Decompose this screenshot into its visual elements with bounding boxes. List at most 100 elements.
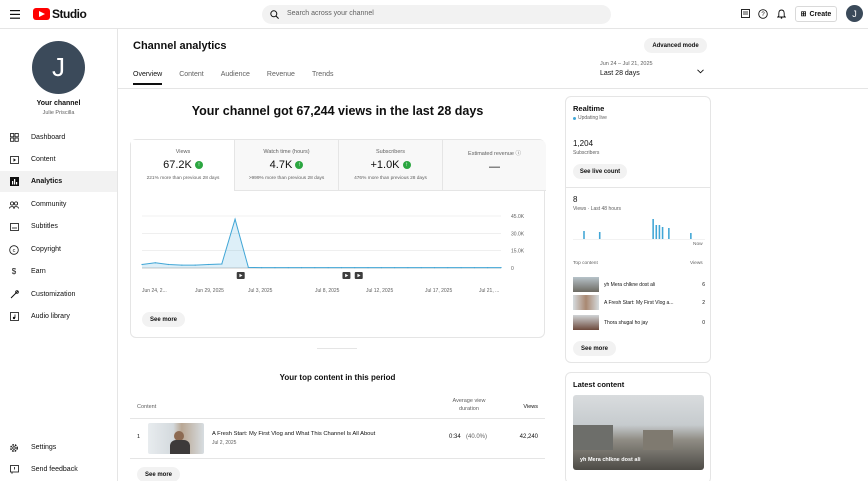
info-icon[interactable]: ⓘ [515, 151, 521, 157]
data-point[interactable] [367, 267, 369, 269]
data-point[interactable] [287, 267, 289, 269]
data-point[interactable] [181, 264, 183, 266]
top-content-label: Top content [573, 261, 598, 266]
see-more-button[interactable]: See more [142, 312, 185, 327]
sidebar-item-copyright[interactable]: c Copyright [0, 239, 117, 260]
help-icon[interactable]: ? [757, 8, 769, 20]
realtime-item[interactable]: Thora shugal ho jay 0 [573, 315, 705, 331]
data-point[interactable] [194, 264, 196, 266]
messages-icon[interactable] [739, 8, 751, 20]
tab-revenue[interactable]: Revenue [267, 71, 295, 85]
realtime-item[interactable]: A Fresh Start: My First Vlog a... 2 [573, 295, 705, 311]
table-row[interactable]: 1 A Fresh Start: My First Vlog and What … [130, 419, 545, 458]
tab-trends[interactable]: Trends [312, 71, 334, 85]
studio-logo-text[interactable]: Studio [52, 7, 87, 21]
realtime-item[interactable]: yh Mera chlkne dost ali 6 [573, 277, 705, 293]
sidebar-item-label: Content [31, 156, 56, 163]
realtime-bar[interactable] [583, 231, 585, 239]
metric-subscribers[interactable]: Subscribers +1.0K ↑ 476% more than previo… [339, 140, 443, 191]
realtime-bar[interactable] [690, 233, 692, 239]
data-point[interactable] [420, 267, 422, 269]
views-headline: Your channel got 67,244 views in the las… [191, 104, 484, 118]
your-channel-label[interactable]: Your channel [0, 100, 117, 107]
realtime-bar[interactable] [661, 227, 664, 239]
sidebar-item-label: Customization [31, 291, 76, 298]
data-point[interactable] [380, 267, 382, 269]
data-point[interactable] [407, 267, 409, 269]
sidebar-item-label: Community [31, 201, 67, 208]
svg-text:?: ? [761, 12, 765, 18]
realtime-bar[interactable] [658, 225, 661, 239]
x-tick-label: Jun 24, 2... [142, 288, 167, 294]
realtime-bar[interactable] [652, 219, 654, 239]
y-tick-label: 45.0K [511, 214, 525, 220]
search-bar[interactable]: Search across your channel [262, 5, 611, 24]
realtime-bar[interactable] [598, 232, 601, 239]
notifications-bell-icon[interactable] [775, 8, 787, 20]
data-point[interactable] [247, 266, 249, 269]
metric-views[interactable]: Views 67.2K ↑ 221% more than previous 28 … [131, 140, 235, 191]
sidebar-item-send-feedback[interactable]: Send feedback [0, 459, 117, 480]
arrow-up-icon: ↑ [295, 161, 304, 169]
data-point[interactable] [234, 218, 236, 220]
realtime-bar[interactable] [655, 225, 658, 239]
x-tick-label: Jul 8, 2025 [315, 288, 340, 294]
data-point[interactable] [394, 267, 396, 269]
data-point[interactable] [354, 267, 356, 269]
data-point[interactable] [207, 263, 210, 266]
see-more-top-content-button[interactable]: See more [137, 467, 180, 481]
realtime-item-title: A Fresh Start: My First Vlog a... [604, 300, 674, 306]
see-more-realtime-button[interactable]: See more [573, 341, 616, 356]
metric-watch-time[interactable]: Watch time (hours) 4.7K ↑ >999% more than… [235, 140, 339, 191]
advanced-mode-button[interactable]: Advanced mode [644, 38, 707, 53]
sidebar-item-settings[interactable]: Settings [0, 437, 117, 458]
sidebar-item-community[interactable]: Community [0, 194, 117, 215]
metric-comparison: 221% more than previous 28 days [146, 176, 220, 181]
data-point[interactable] [327, 267, 329, 269]
data-point[interactable] [167, 263, 170, 266]
data-point[interactable] [487, 267, 489, 269]
data-point[interactable] [447, 267, 449, 269]
tab-content[interactable]: Content [179, 71, 204, 85]
video-thumbnail[interactable] [148, 423, 204, 454]
channel-avatar[interactable]: J [32, 41, 85, 94]
tab-overview[interactable]: Overview [133, 71, 163, 85]
sidebar: J Your channel Julie Priscilla Dashboard… [0, 29, 118, 481]
sidebar-item-customization[interactable]: Customization [0, 284, 117, 305]
sidebar-item-dashboard[interactable]: Dashboard [0, 127, 117, 148]
data-point[interactable] [141, 263, 143, 266]
sidebar-item-audio-library[interactable]: Audio library [0, 306, 117, 327]
create-button[interactable]: ⊞ Create [795, 6, 837, 22]
data-point[interactable] [314, 267, 316, 269]
sidebar-item-analytics[interactable]: Analytics [0, 171, 117, 192]
latest-content-title: Latest content [573, 380, 625, 389]
realtime-item-views: 2 [702, 300, 705, 306]
realtime-divider [566, 187, 710, 188]
realtime-bar[interactable] [668, 228, 670, 239]
sidebar-item-earn[interactable]: $ Earn [0, 261, 117, 282]
series-line[interactable] [141, 217, 501, 269]
hamburger-menu-icon[interactable] [9, 8, 21, 20]
sidebar-item-content[interactable]: Content [0, 149, 117, 170]
data-point[interactable] [274, 267, 276, 269]
data-point[interactable] [154, 262, 156, 264]
account-avatar[interactable]: J [846, 5, 863, 22]
search-input[interactable]: Search across your channel [287, 10, 374, 17]
see-live-count-button[interactable]: See live count [573, 164, 627, 179]
data-point[interactable] [340, 267, 343, 269]
latest-video-thumbnail[interactable]: yh Mera chlkne dost ali [573, 395, 704, 470]
column-header-avg-duration: Average view duration [452, 398, 486, 412]
tab-audience[interactable]: Audience [221, 71, 250, 85]
video-title[interactable]: A Fresh Start: My First Vlog and What Th… [212, 431, 392, 437]
data-point[interactable] [460, 267, 462, 269]
data-point[interactable] [221, 263, 223, 265]
metric-estimated-revenue[interactable]: Estimated revenue ⓘ — [443, 140, 546, 191]
sidebar-item-subtitles[interactable]: Subtitles [0, 216, 117, 237]
data-point[interactable] [500, 267, 502, 269]
data-point[interactable] [261, 267, 263, 269]
thumbnail-person-body [170, 440, 190, 454]
youtube-logo-icon[interactable] [33, 8, 50, 20]
data-point[interactable] [473, 267, 476, 269]
data-point[interactable] [300, 267, 303, 269]
data-point[interactable] [433, 267, 436, 269]
